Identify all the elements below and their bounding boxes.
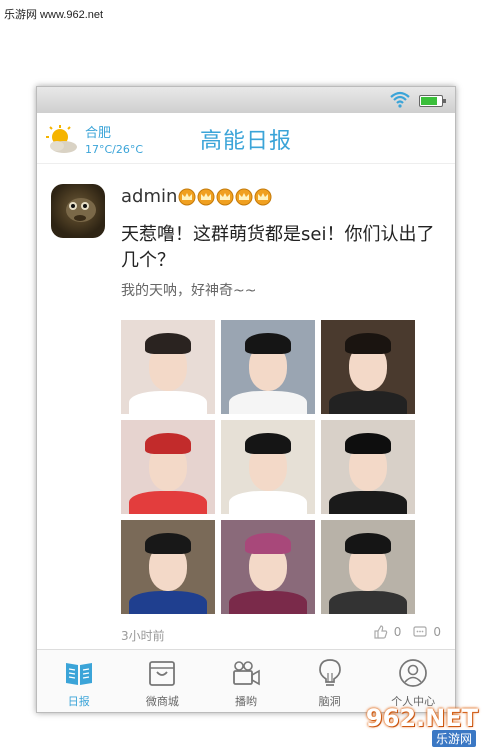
photo-thumbnail[interactable] — [121, 320, 215, 414]
post-author[interactable]: admin — [121, 186, 273, 207]
photo-person-body — [328, 591, 408, 614]
crown-icon — [216, 188, 234, 205]
photo-thumbnail[interactable] — [221, 420, 315, 514]
tab-label: 日报 — [67, 695, 90, 708]
photo-person-hair — [145, 533, 191, 554]
author-badges — [178, 188, 273, 206]
post-subtitle: 我的天呐，好神奇~~ — [121, 283, 257, 299]
logo-text: 962.NET — [365, 704, 478, 732]
photo-person-hair — [345, 333, 391, 354]
crown-icon — [254, 188, 272, 205]
page-title: 高能日报 — [199, 129, 292, 154]
avatar[interactable] — [51, 184, 105, 238]
watermark-logo: 962.NET 乐游网 — [340, 704, 478, 747]
crown-icon — [197, 188, 215, 205]
comment-count: 0 — [433, 625, 441, 639]
phone-screen: 合肥 17°C/26°C 高能日报 admin 天惹噜！这群萌货都是sei！你们… — [36, 86, 456, 713]
photo-person-body — [228, 491, 308, 514]
photo-person-body — [128, 391, 208, 414]
tab-ideas[interactable]: 脑洞 — [288, 650, 372, 712]
author-name: admin — [121, 186, 178, 207]
photo-thumbnail[interactable] — [221, 320, 315, 414]
photo-thumbnail[interactable] — [321, 320, 415, 414]
status-bar — [37, 87, 455, 113]
book-icon — [65, 663, 92, 685]
photo-person-body — [228, 591, 308, 614]
photo-thumbnail[interactable] — [321, 520, 415, 614]
photo-thumbnail[interactable] — [121, 520, 215, 614]
post-title[interactable]: 天惹噜！这群萌货都是sei！你们认出了几个？ — [121, 222, 439, 274]
tab-profile[interactable]: 个人中心 — [371, 650, 455, 712]
app-header: 合肥 17°C/26°C 高能日报 — [37, 113, 455, 164]
video-camera-icon — [233, 661, 260, 686]
post-actions: 0 0 — [374, 625, 441, 639]
photo-person-hair — [345, 533, 391, 554]
watermark-site-text: 乐游网 www.962.net — [4, 9, 104, 21]
crown-icon — [178, 188, 196, 205]
shopping-bag-icon — [149, 661, 176, 686]
photo-person-body — [128, 591, 208, 614]
photo-person-hair — [245, 333, 291, 354]
photo-person-hair — [345, 433, 391, 454]
comment-icon[interactable] — [413, 625, 427, 639]
photo-person-hair — [245, 433, 291, 454]
tab-label: 微商城 — [145, 695, 179, 708]
user-icon — [399, 659, 428, 687]
photo-thumbnail[interactable] — [321, 420, 415, 514]
photo-person-body — [128, 491, 208, 514]
avatar-image — [66, 198, 96, 222]
photo-thumbnail[interactable] — [121, 420, 215, 514]
photo-person-hair — [145, 433, 191, 454]
photo-person-hair — [245, 533, 291, 554]
photo-thumbnail[interactable] — [221, 520, 315, 614]
photo-person-hair — [145, 333, 191, 354]
photo-person-body — [328, 491, 408, 514]
post-time: 3小时前 — [121, 629, 165, 643]
wifi-icon — [390, 91, 410, 108]
crown-icon — [235, 188, 253, 205]
battery-icon — [419, 95, 446, 107]
tab-video[interactable]: 播哟 — [204, 650, 288, 712]
photo-person-body — [228, 391, 308, 414]
lightbulb-icon — [318, 659, 341, 686]
photo-grid — [121, 320, 415, 614]
tab-shop[interactable]: 微商城 — [121, 650, 205, 712]
logo-subtext: 乐游网 — [431, 730, 476, 747]
tab-label: 脑洞 — [318, 695, 341, 708]
tab-daily[interactable]: 日报 — [37, 650, 121, 712]
thumbs-up-icon[interactable] — [374, 625, 388, 639]
like-count: 0 — [393, 625, 402, 639]
tab-label: 播哟 — [234, 695, 257, 708]
bottom-tab-bar: 日报 微商城 播哟 脑洞 个人中心 — [37, 649, 455, 712]
photo-person-body — [328, 391, 408, 414]
